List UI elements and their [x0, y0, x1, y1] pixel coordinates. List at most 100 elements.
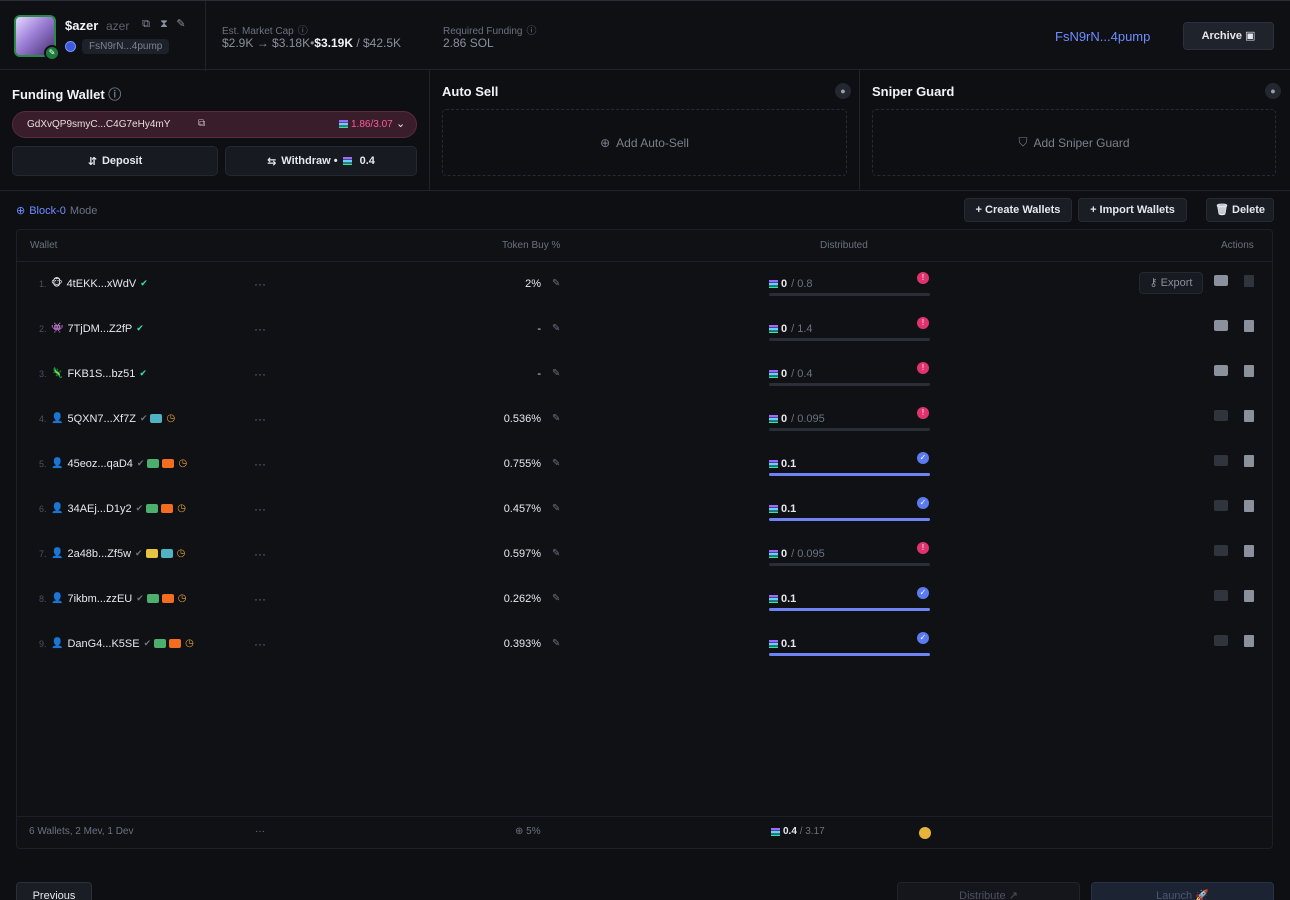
edit-percent-button[interactable]: ✎	[552, 441, 560, 486]
folder-icon[interactable]	[1214, 545, 1228, 559]
divider	[0, 190, 1290, 191]
export-button[interactable]: ⚷ Export	[1139, 272, 1203, 294]
wallet-address[interactable]: 34AEj...D1y2	[67, 503, 131, 515]
table-row[interactable]: 8. 👤 7ikbm...zzEU ✔ ◷ ··· 0.262% ✎ 0.1 ✓	[17, 576, 1272, 621]
table-row[interactable]: 7. 👤 2a48b...Zf5w ✔ ◷ ··· 0.597% ✎ 0/ 0.095!	[17, 531, 1272, 576]
verified-icon: ✔	[139, 368, 147, 378]
funding-wallet-select[interactable]: GdXvQP9smyC...C4G7eHy4mY ⧉ 1.86/3.07 ⌄	[12, 111, 417, 138]
edit-percent-button[interactable]: ✎	[552, 576, 560, 621]
toggle-dot-icon[interactable]: ●	[835, 83, 851, 99]
create-wallets-button[interactable]: + Create Wallets	[964, 198, 1072, 222]
wallet-address[interactable]: FKB1S...bz51	[67, 368, 135, 380]
folder-icon[interactable]	[1214, 500, 1228, 514]
sol-icon	[769, 549, 778, 558]
ellipsis-icon: ···	[254, 321, 266, 336]
table-row[interactable]: 3. 🦎 FKB1S...bz51 ✔ ··· - ✎ 0/ 0.4!	[17, 351, 1272, 396]
edit-percent-button[interactable]: ✎	[552, 306, 560, 351]
edit-percent-button[interactable]: ✎	[552, 486, 560, 531]
previous-button[interactable]: Previous	[16, 882, 92, 900]
folder-icon[interactable]	[1214, 410, 1228, 424]
more-options-button[interactable]: ···	[254, 351, 266, 396]
pencil-icon: ✎	[552, 638, 561, 649]
distribution-progress-bar	[769, 518, 930, 521]
distributed-value: 0/ 1.4	[769, 306, 813, 351]
more-options-button[interactable]: ···	[254, 531, 266, 576]
table-row[interactable]: 2. 👾 7TjDM...Z2fP ✔ ··· - ✎ 0/ 1.4!	[17, 306, 1272, 351]
wallet-address[interactable]: 4tEKK...xWdV	[67, 278, 137, 290]
funding-wallet-balance: 1.86/3.07	[339, 119, 393, 130]
import-wallets-button[interactable]: + Import Wallets	[1078, 198, 1187, 222]
pencil-icon[interactable]: ✎	[175, 18, 187, 30]
folder-icon[interactable]	[1214, 590, 1228, 604]
block-mode-indicator[interactable]: ⊕ Block-0 Mode	[16, 204, 97, 218]
folder-icon[interactable]	[1214, 275, 1228, 289]
wallet-address[interactable]: 5QXN7...Xf7Z	[67, 413, 135, 425]
token-buy-percent: 0.457%	[503, 502, 541, 515]
more-options-button[interactable]: ···	[254, 621, 266, 666]
distribute-button[interactable]: Distribute ↗	[897, 882, 1080, 900]
block-icon: ⊕	[16, 205, 26, 217]
token-buy-percent: 0.755%	[503, 457, 541, 470]
add-sniper-guard-button[interactable]: ⛉ Add Sniper Guard	[872, 109, 1276, 176]
table-row[interactable]: 6. 👤 34AEj...D1y2 ✔ ◷ ··· 0.457% ✎ 0.1 ✓	[17, 486, 1272, 531]
hourglass-icon[interactable]: ⧗	[158, 18, 170, 30]
wallet-address[interactable]: DanG4...K5SE	[67, 638, 139, 650]
token-avatar[interactable]: ✎	[14, 15, 60, 61]
wallet-address[interactable]: 2a48b...Zf5w	[67, 548, 131, 560]
edit-percent-button[interactable]: ✎	[552, 396, 560, 441]
status-ok-icon: ✓	[917, 497, 929, 509]
tag-teal-icon	[150, 414, 163, 423]
chevron-down-icon[interactable]: ⌄	[396, 117, 405, 130]
folder-icon[interactable]	[1214, 320, 1228, 334]
row-index: 9.	[39, 638, 47, 649]
archive-button[interactable]: Archive ▣	[1183, 22, 1274, 50]
wallet-address[interactable]: 7TjDM...Z2fP	[67, 323, 132, 335]
copy-icon[interactable]: ⧉	[198, 118, 205, 129]
more-options-button[interactable]: ···	[254, 396, 266, 441]
edit-percent-button[interactable]: ✎	[552, 531, 560, 576]
contract-link[interactable]: FsN9rN...4pump	[1055, 29, 1150, 44]
delete-button[interactable]: 🗑 Delete	[1206, 198, 1274, 222]
trash-icon[interactable]	[1244, 545, 1254, 560]
trash-icon[interactable]	[1244, 500, 1254, 515]
more-options-button[interactable]: ···	[254, 261, 266, 306]
table-row[interactable]: 4. 👤 5QXN7...Xf7Z ✔ ◷ ··· 0.536% ✎ 0/ 0.095!	[17, 396, 1272, 441]
table-row[interactable]: 9. 👤 DanG4...K5SE ✔ ◷ ··· 0.393% ✎ 0.1 ✓	[17, 621, 1272, 666]
footer-status-icon	[919, 827, 931, 839]
table-row[interactable]: 1. 🐵 4tEKK...xWdV ✔ ··· 2% ✎ 0/ 0.8! ⚷ Export	[17, 261, 1272, 306]
edit-percent-button[interactable]: ✎	[552, 351, 560, 396]
folder-icon[interactable]	[1214, 365, 1228, 379]
edit-badge-icon[interactable]: ✎	[44, 45, 60, 61]
more-options-button[interactable]: ···	[254, 441, 266, 486]
more-options-button[interactable]: ···	[254, 576, 266, 621]
launch-button[interactable]: Launch 🚀	[1091, 882, 1274, 900]
wallet-avatar-icon: 👾	[51, 323, 64, 334]
trash-icon[interactable]	[1244, 635, 1254, 650]
tag-green-icon	[146, 594, 159, 603]
pencil-icon: ✎	[552, 278, 561, 289]
distribution-progress-bar	[769, 563, 930, 566]
verified-icon: ✔	[136, 458, 145, 468]
plus-circle-icon: ⊕	[600, 135, 611, 150]
wallet-address[interactable]: 7ikbm...zzEU	[67, 593, 132, 605]
folder-icon[interactable]	[1214, 455, 1228, 469]
edit-percent-button[interactable]: ✎	[552, 261, 560, 306]
trash-icon[interactable]	[1244, 320, 1254, 335]
more-options-button[interactable]: ···	[254, 306, 266, 351]
edit-percent-button[interactable]: ✎	[552, 621, 560, 666]
token-address[interactable]: FsN9rN...4pump	[82, 39, 170, 54]
toggle-dot-icon[interactable]: ●	[1265, 83, 1281, 99]
wallet-address[interactable]: 45eoz...qaD4	[67, 458, 132, 470]
trash-icon[interactable]	[1244, 410, 1254, 425]
add-auto-sell-button[interactable]: ⊕ Add Auto-Sell	[442, 109, 847, 176]
trash-icon[interactable]	[1244, 590, 1254, 605]
withdraw-button[interactable]: ⇆ Withdraw • 0.4	[225, 146, 417, 176]
trash-icon[interactable]	[1244, 455, 1254, 470]
deposit-button[interactable]: ⇵ Deposit	[12, 146, 218, 176]
more-options-button[interactable]: ···	[254, 486, 266, 531]
trash-icon[interactable]	[1244, 365, 1254, 380]
folder-icon[interactable]	[1214, 635, 1228, 649]
table-row[interactable]: 5. 👤 45eoz...qaD4 ✔ ◷ ··· 0.755% ✎ 0.1 ✓	[17, 441, 1272, 486]
copy-icon[interactable]: ⧉	[140, 18, 152, 30]
trash-icon[interactable]	[1244, 275, 1254, 290]
